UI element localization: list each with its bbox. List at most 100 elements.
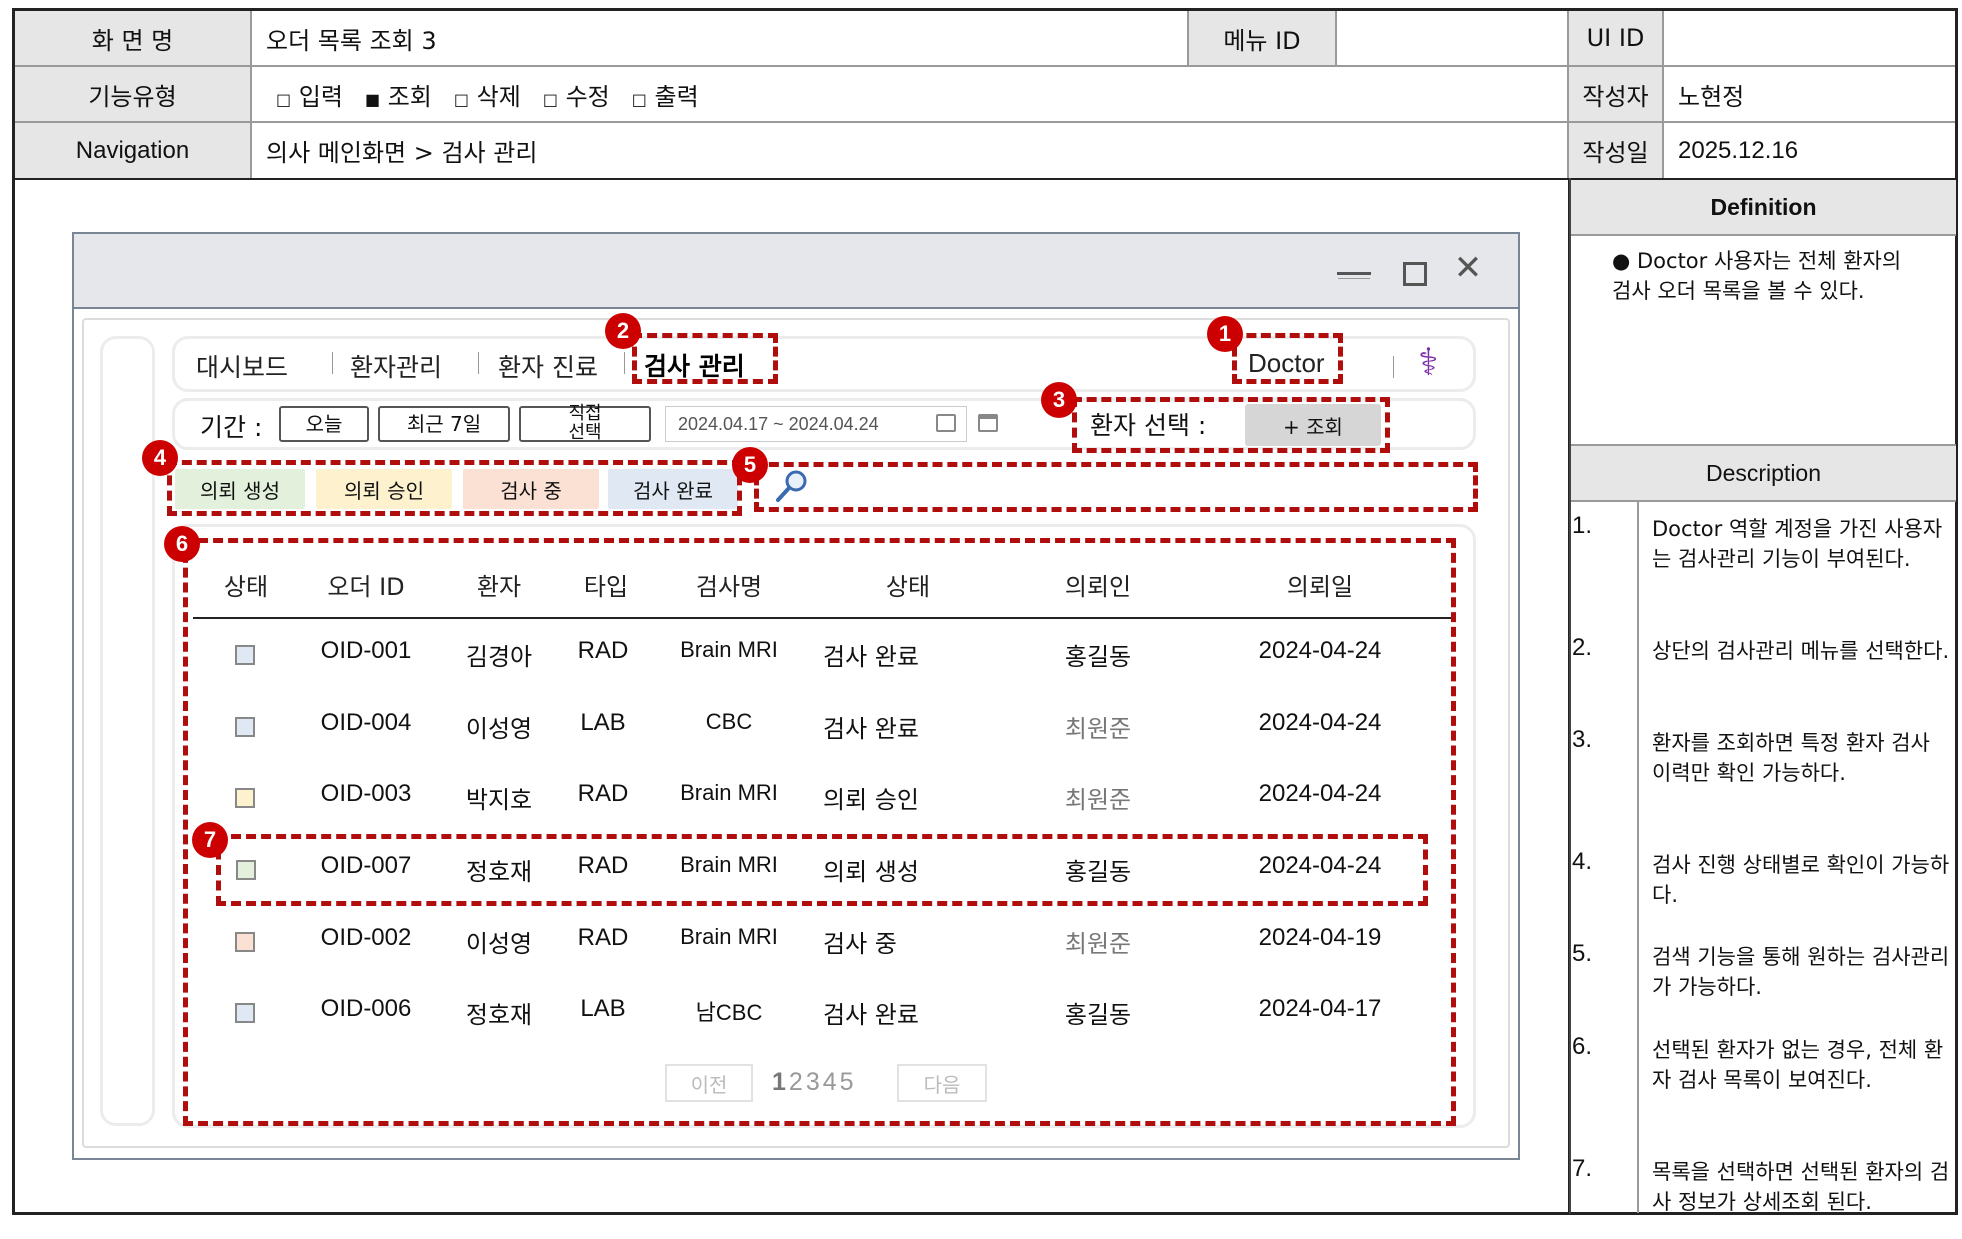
cell-type: RAD (577, 852, 629, 879)
calendar-toggle-icon[interactable] (978, 414, 998, 432)
col-header-type: 타입 (583, 573, 629, 601)
col-header-request-date: 의뢰일 (1286, 573, 1354, 601)
chip-request-approved[interactable]: 의뢰 승인 (316, 469, 452, 509)
cell-order-id: OID-003 (320, 780, 412, 807)
date-label: 작성일 (1569, 123, 1664, 178)
nav-patient-management[interactable]: 환자관리 (350, 348, 442, 384)
nav-exam-management[interactable]: 검사 관리 (644, 347, 745, 383)
cell-patient: 정호재 (465, 1001, 533, 1029)
cell-order-id: OID-007 (320, 852, 412, 879)
role-label: Doctor (1248, 348, 1325, 378)
cell-request-date: 2024-04-24 (1258, 637, 1382, 664)
cell-request-date: 2024-04-24 (1258, 852, 1382, 879)
cell-patient: 정호재 (465, 858, 533, 886)
func-type-options: □ 입력 ■ 조회 □ 삭제 □ 수정 □ 출력 (252, 67, 1569, 123)
page-2[interactable]: 2 (789, 1068, 806, 1097)
cell-type: RAD (577, 637, 629, 664)
pagination-next-button[interactable]: 다음 (897, 1064, 987, 1102)
cell-patient: 이성영 (465, 715, 533, 743)
description-item-text: 목록을 선택하면 선택된 환자의 검사 정보가 상세조회 된다. (1652, 1160, 1950, 1214)
chip-request-created[interactable]: 의뢰 생성 (175, 469, 305, 509)
description-item-number: 3. (1572, 726, 1593, 753)
pagination-pages: 1 2 3 4 5 (772, 1068, 857, 1097)
annotation-badge-7: 7 (192, 822, 228, 858)
navigation-label: Navigation (15, 123, 252, 178)
func-type-input: □ 입력 (276, 82, 343, 111)
func-type-delete: □ 삭제 (453, 82, 521, 111)
annotation-badge-5: 5 (732, 447, 768, 483)
cell-status: 의뢰 생성 (823, 858, 919, 886)
description-title: Description (1571, 444, 1956, 502)
annotation-badge-4: 4 (142, 440, 178, 476)
chip-exam-complete[interactable]: 검사 완료 (608, 469, 738, 509)
nav-separator (332, 352, 333, 374)
search-input[interactable] (818, 466, 1468, 506)
minimize-icon[interactable] (1337, 272, 1371, 275)
period-today-button[interactable]: 오늘 (279, 406, 369, 442)
annotation-badge-3: 3 (1041, 382, 1077, 418)
page-3[interactable]: 3 (806, 1068, 823, 1097)
cell-exam-name: Brain MRI (680, 637, 778, 662)
annotation-badge-1: 1 (1207, 316, 1243, 352)
cell-request-date: 2024-04-24 (1258, 780, 1382, 807)
cell-type: LAB (580, 709, 626, 736)
nav-separator (1393, 356, 1394, 378)
cell-type: RAD (577, 780, 629, 807)
maximize-icon[interactable] (1403, 262, 1427, 286)
table-header-divider (193, 617, 1453, 619)
cell-patient: 박지호 (465, 786, 533, 814)
patient-select-label: 환자 선택 : (1090, 411, 1207, 440)
description-item-number: 5. (1572, 940, 1593, 967)
period-custom-button[interactable]: 직접 선택 (519, 404, 651, 442)
nav-separator (478, 352, 479, 374)
status-color-marker (236, 860, 256, 880)
date-range-input[interactable]: 2024.04.17 ~ 2024.04.24 (665, 406, 967, 442)
nav-dashboard[interactable]: 대시보드 (196, 348, 288, 384)
close-icon[interactable]: ✕ (1448, 248, 1488, 288)
func-type-edit: □ 수정 (542, 82, 610, 111)
cell-requester: 홍길동 (1064, 858, 1132, 886)
cell-exam-name: Brain MRI (680, 780, 778, 805)
cell-exam-name: 남CBC (695, 1000, 763, 1025)
page-4[interactable]: 4 (823, 1068, 840, 1097)
chip-in-exam[interactable]: 검사 중 (463, 469, 599, 509)
page-5[interactable]: 5 (840, 1068, 857, 1097)
search-icon[interactable] (772, 466, 812, 506)
cell-status: 검사 완료 (823, 1001, 919, 1029)
screen-name-value: 오더 목록 조회 3 (252, 11, 1189, 67)
cell-patient: 김경아 (465, 643, 533, 671)
col-header-exam-name: 검사명 (695, 573, 763, 601)
cell-requester: 최원준 (1064, 715, 1132, 743)
status-color-marker (235, 717, 255, 737)
cell-status: 검사 완료 (823, 715, 919, 743)
description-item-text: 상단의 검사관리 메뉴를 선택한다. (1652, 639, 1950, 663)
calendar-icon[interactable] (936, 414, 956, 432)
col-header-status-icon: 상태 (223, 573, 269, 601)
cell-patient: 이성영 (465, 930, 533, 958)
cell-type: RAD (577, 924, 629, 951)
cell-type: LAB (580, 995, 626, 1022)
func-type-print: □ 출력 (631, 82, 699, 111)
nav-patient-treatment[interactable]: 환자 진료 (498, 348, 598, 384)
cell-order-id: OID-002 (320, 924, 412, 951)
nav-separator (624, 352, 625, 374)
annotation-badge-2: 2 (605, 313, 641, 349)
order-table-container (172, 524, 1476, 1128)
period-7days-button[interactable]: 최근 7일 (378, 406, 510, 442)
description-item-number: 7. (1572, 1155, 1593, 1182)
pagination-prev-button[interactable]: 이전 (665, 1064, 753, 1102)
definition-text: ● Doctor 사용자는 전체 환자의 검사 오더 목록을 볼 수 있다. (1612, 249, 1902, 303)
cell-requester: 최원준 (1064, 786, 1132, 814)
col-header-order-id: 오더 ID (327, 573, 405, 601)
cell-status: 검사 완료 (823, 643, 919, 671)
description-column-divider (1637, 502, 1639, 1213)
func-type-label: 기능유형 (15, 67, 252, 123)
screen-name-label: 화 면 명 (15, 11, 252, 67)
author-value: 노현정 (1664, 67, 1955, 123)
col-header-requester: 의뢰인 (1064, 573, 1132, 601)
cell-exam-name: Brain MRI (680, 852, 778, 877)
col-header-status: 상태 (885, 573, 931, 601)
patient-lookup-button[interactable]: + 조회 (1245, 404, 1381, 446)
description-item-number: 6. (1572, 1033, 1593, 1060)
page-1[interactable]: 1 (772, 1068, 789, 1097)
